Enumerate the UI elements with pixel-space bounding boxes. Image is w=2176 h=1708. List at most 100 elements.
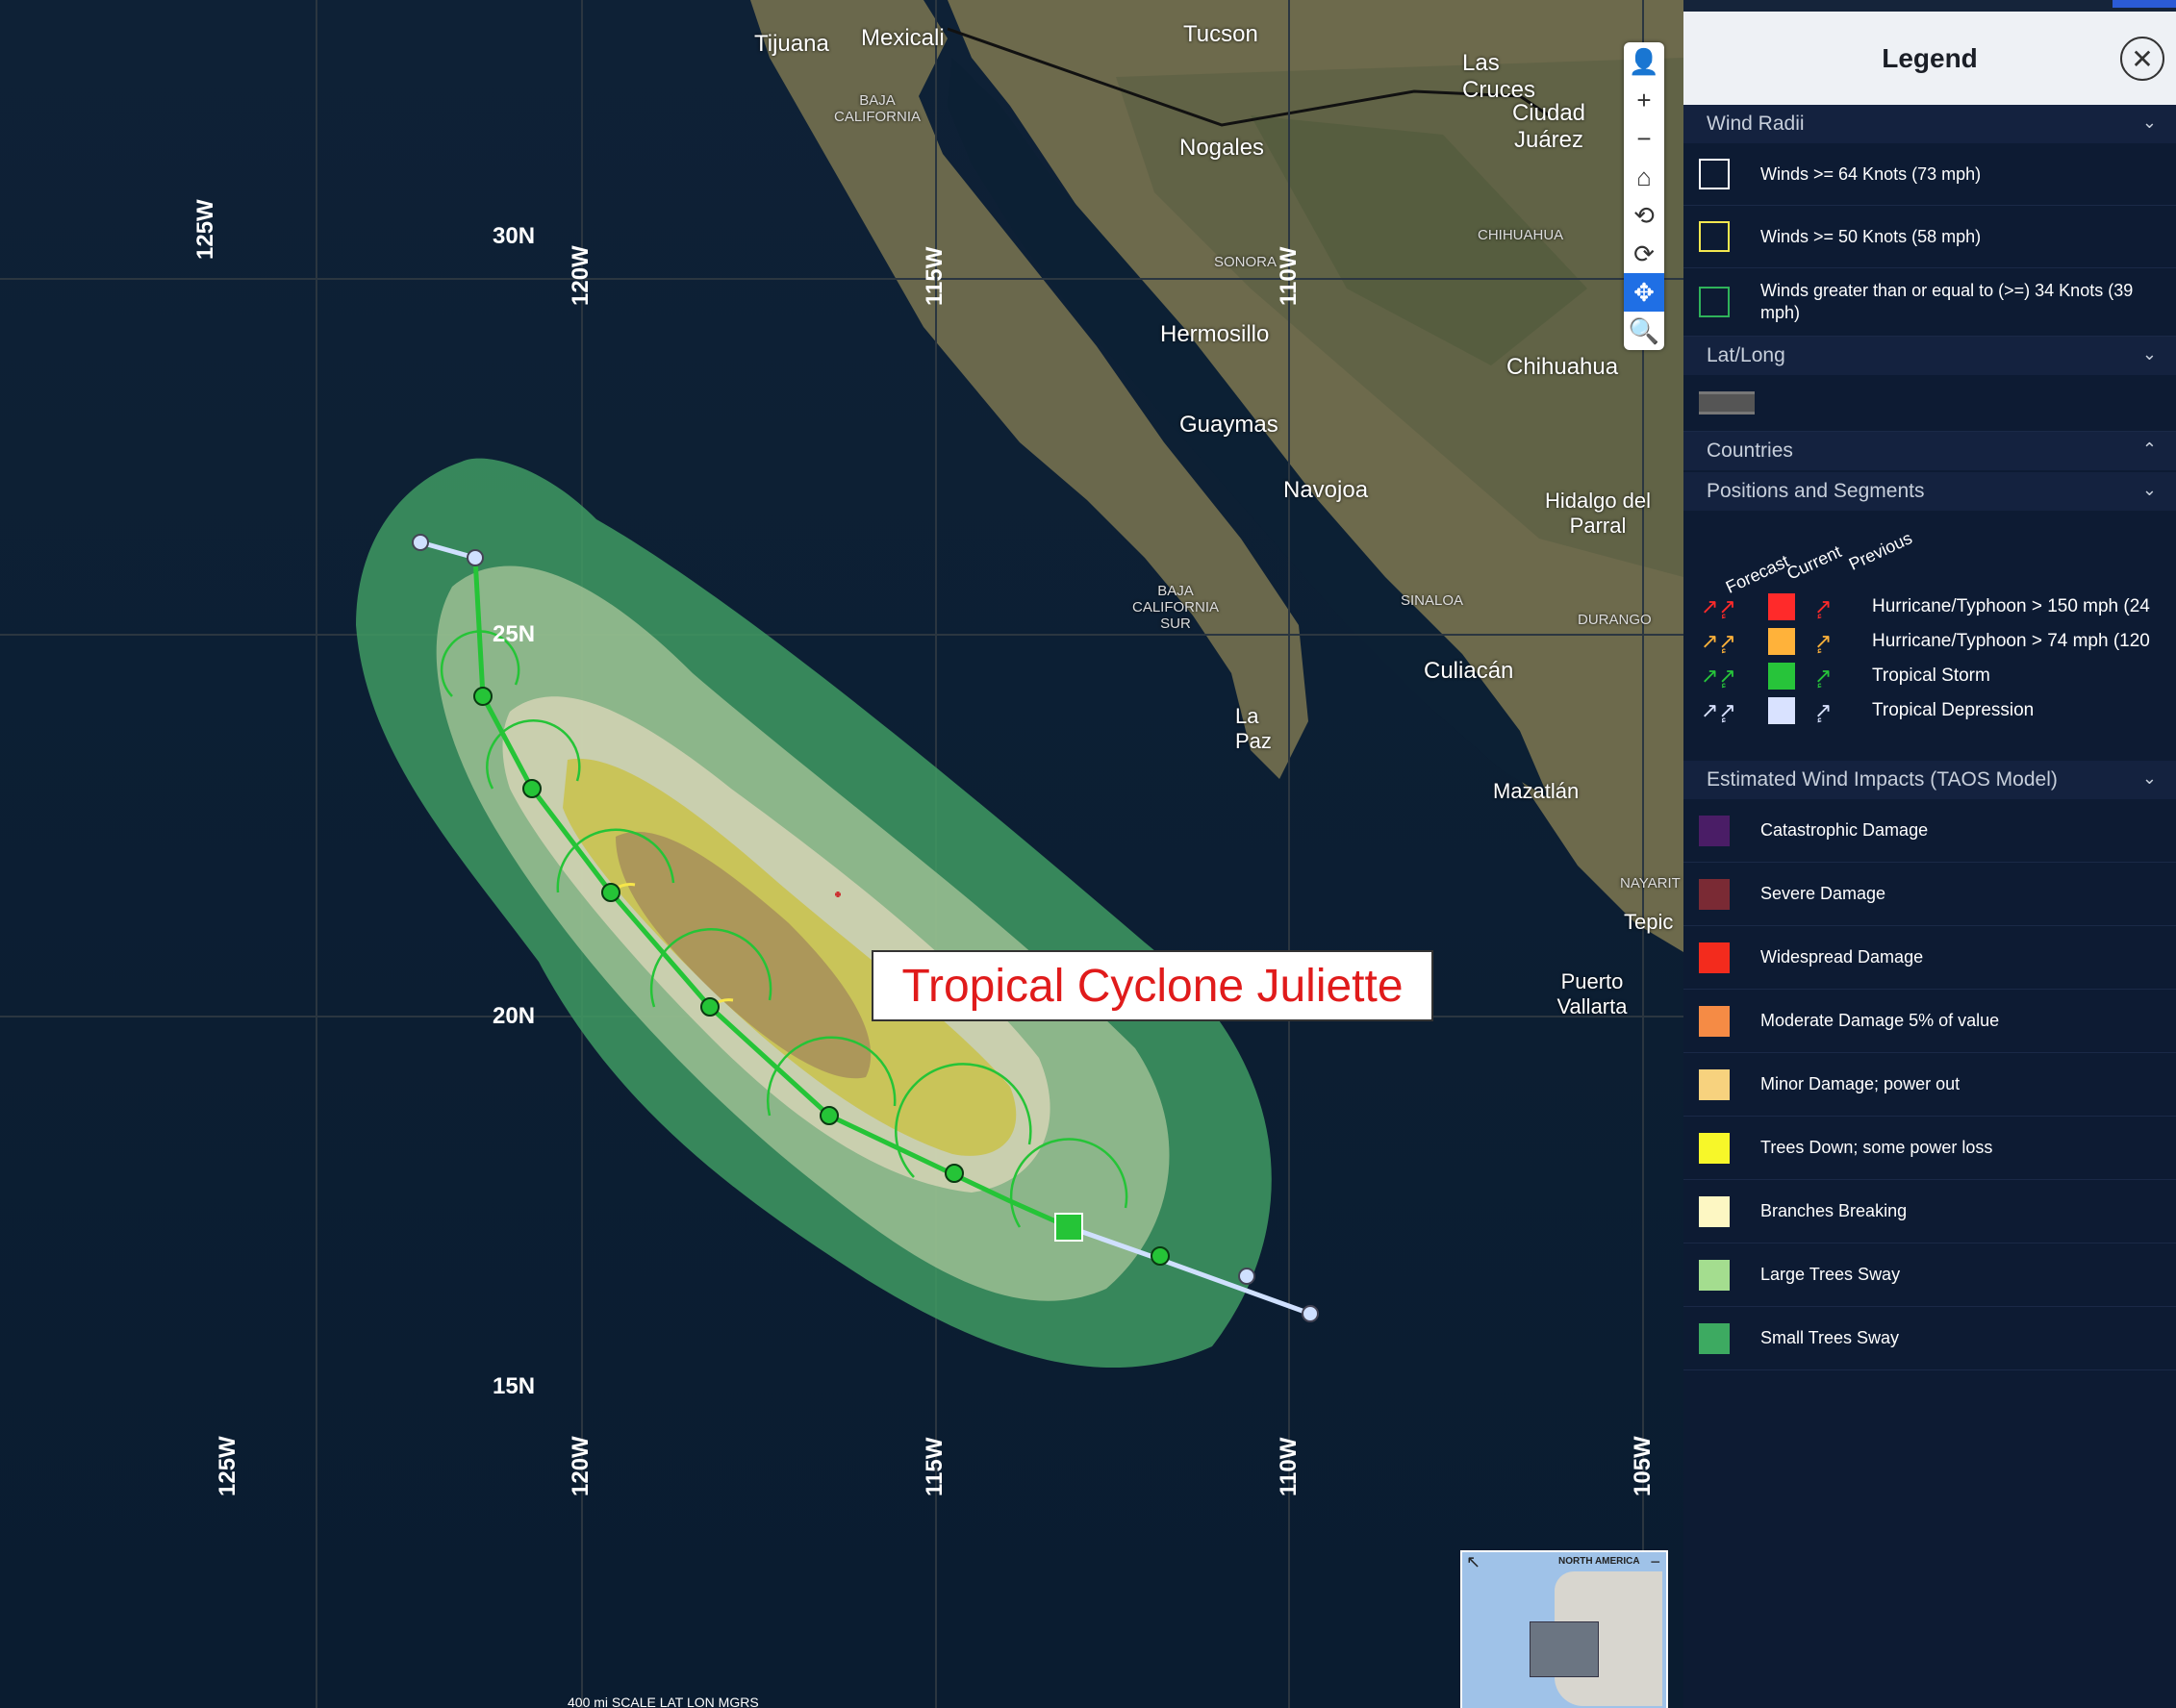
legend-label: Small Trees Sway <box>1760 1328 1900 1347</box>
close-icon[interactable]: ✕ <box>2120 37 2164 81</box>
legend-title: Legend <box>1882 42 1978 73</box>
minimap-extent[interactable] <box>1530 1621 1599 1677</box>
legend-item: Trees Down; some power loss <box>1683 1117 2176 1180</box>
legend-swatch <box>1699 1132 1730 1164</box>
zoom-in-icon[interactable]: + <box>1624 81 1664 119</box>
legend-item: Minor Damage; power out <box>1683 1053 2176 1117</box>
place-label: Guaymas <box>1179 412 1278 438</box>
chevron-up-icon[interactable]: ⌃ <box>2142 440 2157 460</box>
position-label: Tropical Depression <box>1872 700 2035 720</box>
rotate-right-icon[interactable]: ⟳ <box>1624 235 1664 273</box>
chevron-down-icon[interactable]: ⌄ <box>2142 113 2157 133</box>
forecast-icon: ↗↗ٕ <box>1701 664 1736 688</box>
position-row: ↗↗ٕ ٕ↗ Tropical Depression <box>1701 695 2034 726</box>
lat-label: 25N <box>493 621 536 647</box>
lat-label: 30N <box>493 223 536 249</box>
place-label: Nogales <box>1179 135 1265 161</box>
lon-label: 120W <box>568 1436 594 1496</box>
legend-label: Large Trees Sway <box>1760 1265 1901 1284</box>
timeline-end-segment[interactable] <box>2113 0 2176 8</box>
section-title: Positions and Segments <box>1707 480 1925 502</box>
section-title: Countries <box>1707 440 1793 462</box>
legend-swatch <box>1699 159 1730 189</box>
place-label: La Paz <box>1235 704 1272 753</box>
expand-icon[interactable]: ↖ <box>1466 1552 1480 1572</box>
legend-panel: Legend ✕ Wind Radii ⌄ Winds >= 64 Knots … <box>1683 12 2176 1708</box>
lon-label: 105W <box>1630 1436 1656 1496</box>
impacts-list: Catastrophic Damage Severe Damage Widesp… <box>1683 799 2176 1370</box>
legend-label: Branches Breaking <box>1760 1201 1908 1220</box>
section-countries[interactable]: Countries ⌃ <box>1683 432 2176 470</box>
legend-label: Minor Damage; power out <box>1760 1074 1961 1093</box>
latlong-line-swatch <box>1699 391 1755 414</box>
section-positions[interactable]: Positions and Segments ⌄ <box>1683 472 2176 511</box>
positions-legend: Forecast Current Previous ↗↗ٕ ٕ↗ Hurrica… <box>1683 511 2176 761</box>
place-label: Navojoa <box>1283 477 1369 503</box>
position-row: ↗↗ٕ ٕ↗ Hurricane/Typhoon > 150 mph (24 <box>1701 591 2150 622</box>
legend-swatch <box>1699 942 1730 973</box>
rotate-left-icon[interactable]: ⟲ <box>1624 196 1664 235</box>
legend-label: Winds greater than or equal to (>=) 34 K… <box>1760 281 2134 322</box>
map-toolbar: 👤 + − ⌂ ⟲ ⟳ ✥ 🔍 <box>1624 42 1664 350</box>
previous-icon: ٕ↗ <box>1814 629 1833 653</box>
street-view-icon[interactable]: 👤 <box>1624 42 1664 81</box>
place-label: Culiacán <box>1424 658 1514 684</box>
section-title: Estimated Wind Impacts (TAOS Model) <box>1707 768 2058 791</box>
legend-swatch <box>1699 815 1730 846</box>
lat-label: 20N <box>493 1003 536 1029</box>
legend-item: Winds greater than or equal to (>=) 34 K… <box>1683 268 2176 337</box>
lon-label: 115W <box>922 246 948 306</box>
minimap-label: NORTH AMERICA <box>1558 1556 1640 1567</box>
place-label: Tepic <box>1624 910 1674 934</box>
section-latlong[interactable]: Lat/Long ⌄ <box>1683 337 2176 375</box>
positions-header: Current <box>1784 541 1845 584</box>
lon-label: 110W <box>1276 246 1302 306</box>
zoom-out-icon[interactable]: − <box>1624 119 1664 158</box>
lon-label: 125W <box>192 199 218 260</box>
legend-swatch <box>1699 878 1730 910</box>
chevron-down-icon[interactable]: ⌄ <box>2142 344 2157 364</box>
previous-icon: ٕ↗ <box>1814 698 1833 722</box>
legend-swatch <box>1699 287 1730 317</box>
map-view[interactable]: 30N 25N 20N 15N 125W 120W 115W 110W 125W… <box>0 0 1683 1708</box>
collapse-icon[interactable]: − <box>1650 1552 1660 1572</box>
place-label: Mazatlán <box>1493 779 1580 803</box>
legend-item: Small Trees Sway <box>1683 1307 2176 1370</box>
legend-swatch <box>1699 1259 1730 1291</box>
home-icon[interactable]: ⌂ <box>1624 158 1664 196</box>
chevron-down-icon[interactable]: ⌄ <box>2142 480 2157 500</box>
position-row: ↗↗ٕ ٕ↗ Tropical Storm <box>1701 661 1990 691</box>
forecast-icon: ↗↗ٕ <box>1701 629 1736 653</box>
map-canvas <box>0 0 1683 1708</box>
place-label: Chihuahua <box>1506 354 1619 380</box>
place-label: Puerto Vallarta <box>1556 969 1628 1018</box>
section-title: Lat/Long <box>1707 344 1785 366</box>
zoom-box-icon[interactable]: 🔍 <box>1624 312 1664 350</box>
storm-label: Tropical Cyclone Juliette <box>872 950 1433 1021</box>
current-icon <box>1768 663 1795 690</box>
place-label: Hidalgo del Parral <box>1544 489 1652 538</box>
chevron-down-icon[interactable]: ⌄ <box>2142 768 2157 789</box>
place-label: CHIHUAHUA <box>1478 227 1564 243</box>
pan-icon[interactable]: ✥ <box>1624 273 1664 312</box>
place-label: Las Cruces <box>1462 50 1536 103</box>
place-label: BAJA CALIFORNIA SUR <box>1131 583 1219 632</box>
legend-item: Moderate Damage 5% of value <box>1683 990 2176 1053</box>
legend-label: Moderate Damage 5% of value <box>1760 1011 2000 1030</box>
section-wind-radii[interactable]: Wind Radii ⌄ <box>1683 105 2176 143</box>
legend-item: Widespread Damage <box>1683 926 2176 990</box>
position-row: ↗↗ٕ ٕ↗ Hurricane/Typhoon > 74 mph (120 <box>1701 626 2150 657</box>
position-label: Hurricane/Typhoon > 150 mph (24 <box>1872 596 2150 616</box>
lon-label: 120W <box>568 245 594 306</box>
place-label: NAYARIT <box>1620 875 1681 892</box>
previous-icon: ٕ↗ <box>1814 664 1833 688</box>
lon-label: 115W <box>922 1437 948 1496</box>
position-label: Hurricane/Typhoon > 74 mph (120 <box>1872 631 2150 651</box>
legend-swatch <box>1699 1195 1730 1227</box>
overview-minimap[interactable]: ↖ NORTH AMERICA − <box>1460 1550 1668 1708</box>
section-impacts[interactable]: Estimated Wind Impacts (TAOS Model) ⌄ <box>1683 761 2176 799</box>
legend-label: Winds >= 64 Knots (73 mph) <box>1760 163 1982 184</box>
legend-item: Winds >= 50 Knots (58 mph) <box>1683 206 2176 268</box>
place-label: SONORA <box>1214 254 1278 270</box>
legend-swatch <box>1699 221 1730 252</box>
